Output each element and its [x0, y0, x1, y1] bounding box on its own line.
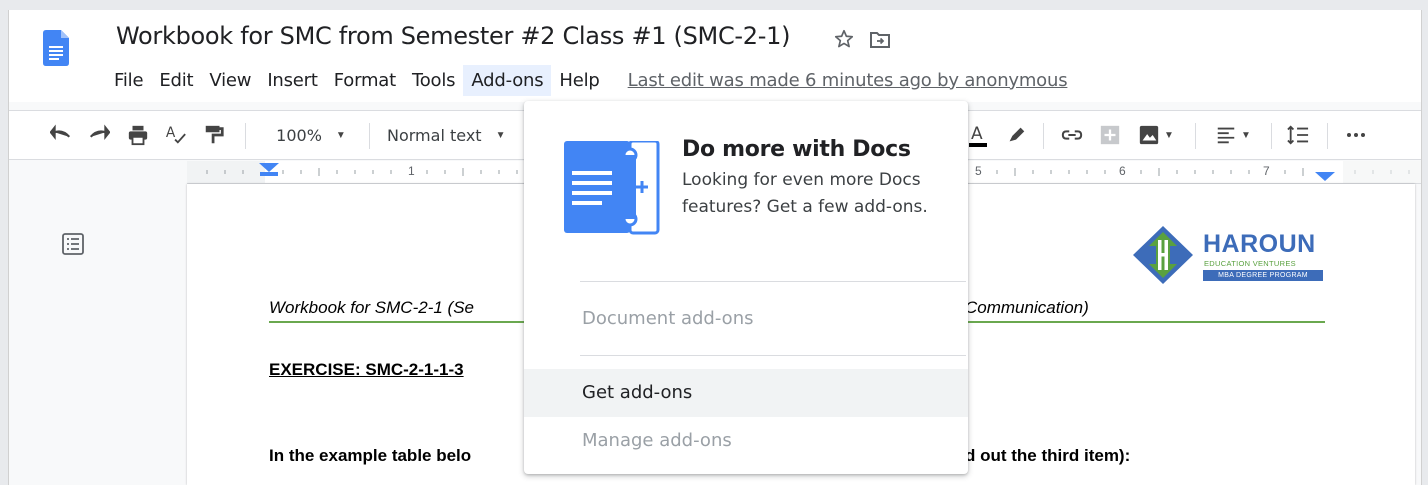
document-header-text: Workbook for SMC-2-1 (Se: [269, 298, 474, 317]
image-icon[interactable]: ▼: [1133, 123, 1179, 147]
menu-add-ons[interactable]: Add-ons: [463, 64, 552, 96]
print-icon[interactable]: [125, 123, 151, 147]
move-to-folder-icon[interactable]: [869, 30, 891, 50]
add-ons-description: Looking for even more Docs features? Get…: [682, 170, 928, 217]
chevron-down-icon: ▼: [1164, 129, 1174, 141]
menu-format[interactable]: Format: [326, 65, 404, 96]
document-title[interactable]: Workbook for SMC from Semester #2 Class …: [116, 22, 790, 50]
instruction-text-end: d out the third item):: [965, 446, 1131, 465]
ruler-label: 6: [1119, 164, 1126, 178]
ruler-label: 7: [1263, 164, 1270, 178]
undo-icon[interactable]: [49, 123, 73, 147]
title-bar: Workbook for SMC from Semester #2 Class …: [9, 10, 1421, 102]
chevron-down-icon: ▼: [335, 129, 346, 141]
menu-edit[interactable]: Edit: [151, 65, 201, 96]
star-icon[interactable]: [833, 28, 855, 50]
text-color-icon[interactable]: A: [965, 123, 991, 147]
spellcheck-icon[interactable]: A: [163, 123, 189, 147]
haroun-logo-icon: [1133, 226, 1193, 284]
menu-divider: [580, 281, 966, 282]
chevron-down-icon: ▼: [1241, 129, 1251, 141]
paint-format-icon[interactable]: [201, 123, 227, 147]
svg-text:A: A: [971, 124, 983, 144]
link-icon[interactable]: [1059, 123, 1085, 147]
comment-icon[interactable]: [1097, 123, 1123, 147]
docs-window: Workbook for SMC from Semester #2 Class …: [8, 10, 1422, 485]
menu-file[interactable]: File: [106, 65, 151, 96]
get-add-ons-item[interactable]: Get add-ons: [524, 369, 968, 417]
menu-insert[interactable]: Insert: [259, 65, 325, 96]
menu-view[interactable]: View: [201, 65, 259, 96]
logo-subtitle: EDUCATION VENTURES: [1204, 259, 1296, 268]
logo-badge: MBA DEGREE PROGRAM: [1203, 270, 1323, 281]
add-ons-dropdown-menu: Do more with Docs Looking for even more …: [524, 101, 968, 474]
manage-add-ons-item: Manage add-ons: [582, 430, 732, 451]
document-header-text-end: Communication): [965, 298, 1089, 317]
ruler-label: 1: [408, 164, 415, 178]
svg-text:A: A: [166, 125, 176, 141]
docs-logo-icon[interactable]: [43, 30, 69, 66]
add-ons-docs-icon: [564, 141, 660, 235]
exercise-heading: EXERCISE: SMC-2-1-1-3: [269, 360, 464, 379]
instruction-text: In the example table belo: [269, 446, 472, 465]
menu-help[interactable]: Help: [551, 65, 607, 96]
more-icon[interactable]: [1343, 123, 1369, 147]
zoom-value: 100%: [276, 125, 322, 145]
chevron-down-icon: ▼: [495, 129, 506, 141]
add-ons-heading: Do more with Docs: [682, 137, 911, 162]
document-outline-icon[interactable]: [61, 232, 85, 256]
menu-tools[interactable]: Tools: [404, 65, 463, 96]
last-edit-link[interactable]: Last edit was made 6 minutes ago by anon…: [628, 70, 1068, 91]
highlight-icon[interactable]: [1003, 123, 1029, 147]
zoom-select[interactable]: 100% ▼: [271, 123, 351, 147]
right-indent-marker: [1315, 172, 1335, 181]
redo-icon[interactable]: [87, 123, 111, 147]
menu-bar: File Edit View Insert Format Tools Add-o…: [106, 64, 1068, 96]
paragraph-style-value: Normal text: [387, 125, 482, 145]
align-icon[interactable]: ▼: [1211, 123, 1255, 147]
paragraph-style-select[interactable]: Normal text ▼: [387, 123, 519, 147]
logo-name: HAROUN: [1203, 230, 1316, 258]
haroun-logo: HAROUN EDUCATION VENTURES MBA DEGREE PRO…: [1133, 226, 1333, 284]
document-add-ons-item: Document add-ons: [582, 308, 754, 329]
ruler-label: 5: [975, 164, 982, 178]
line-spacing-icon[interactable]: [1283, 123, 1313, 147]
menu-divider: [580, 355, 966, 356]
